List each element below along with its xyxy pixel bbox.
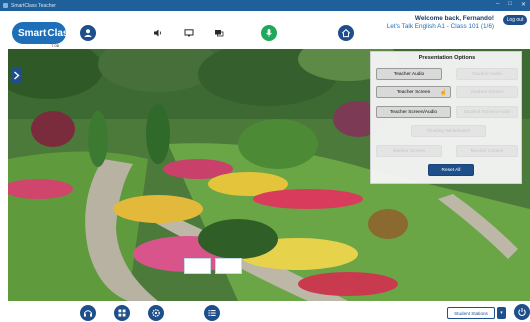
- reset-all-button[interactable]: Reset All: [428, 164, 474, 176]
- mic-icon: [266, 29, 272, 37]
- settings-icon: [152, 309, 160, 317]
- student-stations-dropdown[interactable]: ▾: [497, 307, 506, 319]
- logo-version: 7.08: [51, 43, 59, 48]
- chevron-right-icon: [14, 71, 20, 80]
- welcome-block: Welcome back, Fernando! Let's Talk Engli…: [387, 15, 494, 31]
- settings-button[interactable]: [148, 305, 164, 321]
- app-icon: [3, 3, 8, 8]
- window-title: SmartClass Teacher: [11, 2, 56, 9]
- monitor-screen-button[interactable]: Monitor Screen: [376, 145, 442, 157]
- student-screen-button[interactable]: Student Screen: [456, 86, 518, 98]
- teacher-audio-button[interactable]: Teacher Audio: [376, 68, 442, 80]
- user-icon: [84, 29, 92, 37]
- grid-button[interactable]: [114, 305, 130, 321]
- speaker-icon: [154, 29, 161, 37]
- video-tiles: [184, 258, 242, 274]
- logo-class: Class: [47, 27, 75, 39]
- speaker-button[interactable]: [151, 26, 165, 40]
- home-button[interactable]: [338, 25, 354, 41]
- chat-button[interactable]: [212, 26, 226, 40]
- list-button[interactable]: [204, 305, 220, 321]
- class-name: Let's Talk English A1 - Class 101 (1/6): [386, 23, 494, 30]
- logo-smart: Smart: [18, 27, 47, 39]
- student-audio-button[interactable]: Student Audio: [456, 68, 518, 80]
- teacher-screen-audio-button[interactable]: Teacher Screen/Audio: [376, 106, 451, 118]
- maximize-button[interactable]: □: [508, 1, 512, 8]
- window-controls: – □ ✕: [496, 1, 526, 8]
- microphone-button[interactable]: [261, 25, 277, 41]
- presentation-options-panel: Presentation Options Teacher Audio Stude…: [370, 51, 522, 184]
- welcome-message: Welcome back, Fernando!: [414, 15, 494, 22]
- student-stations-button[interactable]: Student Stations: [447, 307, 495, 319]
- chat-icon: [215, 30, 224, 37]
- floating-whiteboard-button[interactable]: Floating Whiteboard: [411, 125, 486, 137]
- headphones-button[interactable]: [80, 305, 96, 321]
- logout-button[interactable]: Log out: [503, 15, 527, 25]
- teacher-screen-button[interactable]: Teacher Screen ☝: [376, 86, 451, 98]
- video-tile[interactable]: [184, 258, 211, 274]
- power-button[interactable]: [514, 304, 530, 320]
- home-icon: [341, 28, 351, 38]
- teacher-screen-label: Teacher Screen: [396, 89, 431, 95]
- monitor-button[interactable]: [182, 26, 196, 40]
- monitor-icon: [184, 29, 194, 37]
- video-tile[interactable]: [215, 258, 242, 274]
- power-icon: [518, 308, 526, 316]
- hand-pointer-icon: ☝: [439, 90, 447, 96]
- list-icon: [208, 310, 216, 316]
- sidebar-toggle-button[interactable]: [11, 67, 22, 84]
- monitor-control-button[interactable]: Monitor Control: [456, 145, 518, 157]
- user-profile-button[interactable]: [80, 25, 96, 41]
- window-titlebar: SmartClass Teacher – □ ✕: [0, 0, 530, 11]
- close-button[interactable]: ✕: [521, 1, 526, 8]
- grid-icon: [118, 309, 126, 317]
- minimize-button[interactable]: –: [496, 1, 499, 8]
- headphones-icon: [84, 310, 92, 317]
- student-screen-audio-button[interactable]: Student Screen/Audio: [456, 106, 518, 118]
- smartclass-logo: Smart Class 7.08: [12, 22, 74, 48]
- panel-title: Presentation Options: [418, 55, 476, 61]
